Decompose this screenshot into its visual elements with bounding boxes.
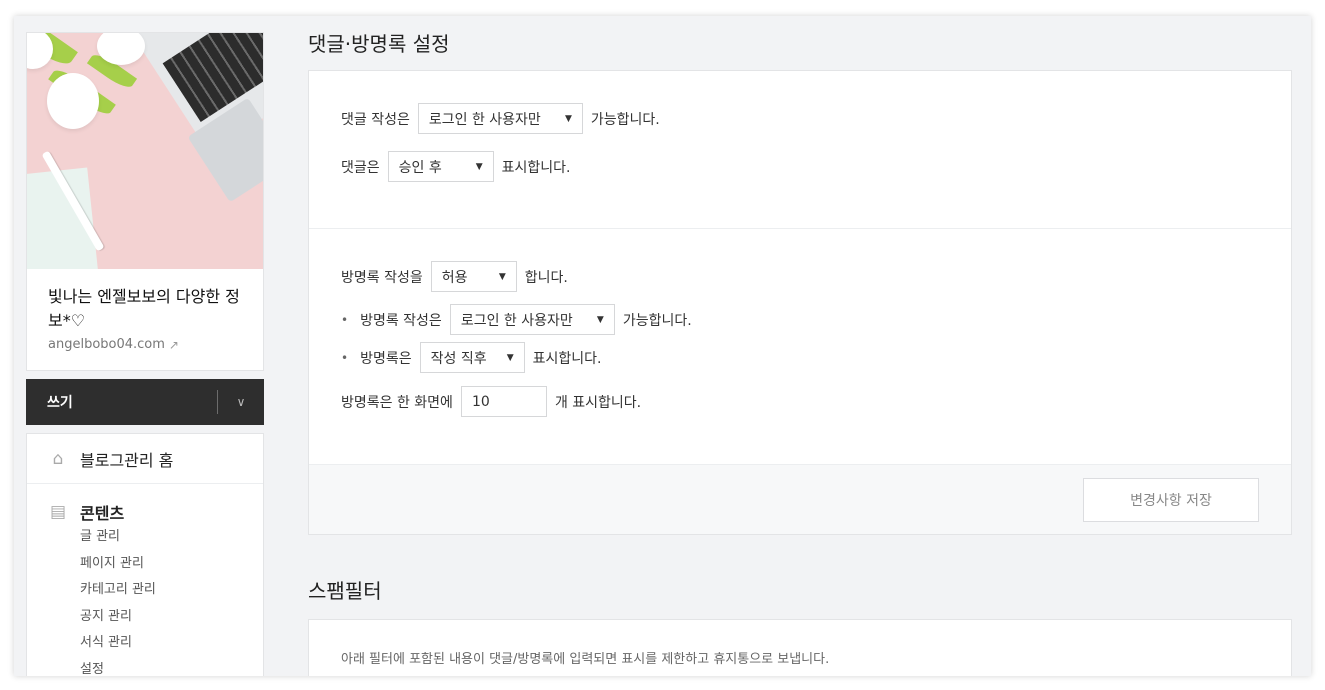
sidebar-item-templates[interactable]: 서식 관리 bbox=[80, 630, 263, 657]
blog-cover-image[interactable] bbox=[27, 33, 263, 269]
comment-write-row: 댓글 작성은 로그인 한 사용자만 ▼ 가능합니다. bbox=[341, 103, 1259, 134]
guestbook-count-row: 방명록은 한 화면에 10 개 표시합니다. bbox=[341, 386, 1259, 417]
blog-url-link[interactable]: angelbobo04.com ↗ bbox=[27, 333, 263, 370]
bullet-dot: • bbox=[341, 312, 349, 327]
guestbook-allow-select[interactable]: 허용 ▼ bbox=[430, 261, 517, 292]
guestbook-display-select-value: 작성 직후 bbox=[430, 350, 487, 367]
comment-display-row: 댓글은 승인 후 ▼ 표시합니다. bbox=[341, 151, 1259, 182]
comment-settings: 댓글 작성은 로그인 한 사용자만 ▼ 가능합니다. 댓글은 승인 후 ▼ 표시… bbox=[309, 71, 1291, 228]
comment-display-prefix: 댓글은 bbox=[341, 159, 380, 176]
guestbook-allow-prefix: 방명록 작성을 bbox=[341, 269, 423, 286]
sidebar-menu: ⌂ 블로그관리 홈 ▤ 콘텐츠 글 관리 페이지 관리 카테고리 관리 공지 관… bbox=[26, 433, 264, 676]
settings-card: 댓글 작성은 로그인 한 사용자만 ▼ 가능합니다. 댓글은 승인 후 ▼ 표시… bbox=[308, 70, 1292, 535]
guestbook-count-prefix: 방명록은 한 화면에 bbox=[341, 394, 453, 411]
app-frame: 빛나는 엔젤보보의 다양한 정보*♡ angelbobo04.com ↗ 쓰기 … bbox=[14, 16, 1311, 676]
blog-profile-card: 빛나는 엔젤보보의 다양한 정보*♡ angelbobo04.com ↗ bbox=[26, 32, 264, 371]
page-title: 댓글·방명록 설정 bbox=[308, 32, 450, 56]
comment-write-prefix: 댓글 작성은 bbox=[341, 111, 410, 128]
comment-write-select-value: 로그인 한 사용자만 bbox=[428, 111, 541, 128]
guestbook-display-suffix: 표시합니다. bbox=[532, 350, 602, 367]
sidebar-item-home[interactable]: ⌂ 블로그관리 홈 bbox=[27, 434, 263, 484]
spam-filter-description: 아래 필터에 포함된 내용이 댓글/방명록에 입력되면 표시를 제한하고 휴지통… bbox=[341, 652, 830, 667]
caret-down-icon: ▼ bbox=[564, 113, 572, 124]
guestbook-writer-suffix: 가능합니다. bbox=[622, 312, 692, 329]
guestbook-writer-row: • 방명록 작성은 로그인 한 사용자만 ▼ 가능합니다. bbox=[341, 304, 1259, 335]
guestbook-writer-select[interactable]: 로그인 한 사용자만 ▼ bbox=[449, 304, 615, 335]
write-bar: 쓰기 ∨ bbox=[26, 379, 264, 425]
guestbook-allow-suffix: 합니다. bbox=[524, 269, 568, 286]
comment-display-select[interactable]: 승인 후 ▼ bbox=[387, 151, 494, 182]
settings-footer: 변경사항 저장 bbox=[309, 464, 1291, 534]
spam-filter-card: 아래 필터에 포함된 내용이 댓글/방명록에 입력되면 표시를 제한하고 휴지통… bbox=[308, 619, 1292, 676]
guestbook-writer-select-value: 로그인 한 사용자만 bbox=[460, 312, 573, 329]
guestbook-writer-prefix: 방명록 작성은 bbox=[360, 312, 442, 329]
sidebar-submenu: 글 관리 페이지 관리 카테고리 관리 공지 관리 서식 관리 설정 bbox=[27, 524, 263, 676]
save-changes-button[interactable]: 변경사항 저장 bbox=[1083, 477, 1259, 522]
guestbook-display-row: • 방명록은 작성 직후 ▼ 표시합니다. bbox=[341, 342, 1259, 373]
sidebar-section-label: 콘텐츠 bbox=[80, 504, 125, 523]
sidebar-item-posts[interactable]: 글 관리 bbox=[80, 524, 263, 551]
sidebar: 빛나는 엔젤보보의 다양한 정보*♡ angelbobo04.com ↗ 쓰기 … bbox=[26, 32, 264, 676]
sidebar-section-contents[interactable]: ▤ 콘텐츠 bbox=[27, 484, 263, 524]
guestbook-settings: 방명록 작성을 허용 ▼ 합니다. • 방명록 작성은 로그인 한 사용자만 ▼… bbox=[309, 229, 1291, 464]
guestbook-count-suffix: 개 표시합니다. bbox=[554, 394, 642, 411]
guestbook-display-select[interactable]: 작성 직후 ▼ bbox=[419, 342, 525, 373]
blog-url-text[interactable]: angelbobo04.com bbox=[48, 337, 165, 352]
main-content: 댓글·방명록 설정 댓글 작성은 로그인 한 사용자만 ▼ 가능합니다. 댓글은… bbox=[308, 16, 1292, 676]
caret-down-icon: ▼ bbox=[596, 314, 604, 325]
bullet-dot: • bbox=[341, 350, 349, 365]
caret-down-icon: ▼ bbox=[506, 352, 514, 363]
document-icon: ▤ bbox=[49, 502, 67, 522]
sidebar-item-label: 블로그관리 홈 bbox=[80, 450, 174, 470]
guestbook-count-input[interactable]: 10 bbox=[460, 386, 547, 417]
comment-display-suffix: 표시합니다. bbox=[501, 159, 571, 176]
blog-title[interactable]: 빛나는 엔젤보보의 다양한 정보*♡ bbox=[27, 269, 263, 333]
sidebar-item-settings[interactable]: 설정 bbox=[80, 657, 263, 677]
guestbook-allow-select-value: 허용 bbox=[441, 269, 468, 286]
guestbook-display-prefix: 방명록은 bbox=[360, 350, 412, 367]
sidebar-item-notices[interactable]: 공지 관리 bbox=[80, 604, 263, 631]
chevron-down-icon[interactable]: ∨ bbox=[218, 395, 264, 409]
external-link-icon[interactable]: ↗ bbox=[169, 338, 179, 352]
comment-display-select-value: 승인 후 bbox=[398, 159, 442, 176]
guestbook-allow-row: 방명록 작성을 허용 ▼ 합니다. bbox=[341, 261, 1259, 292]
write-button[interactable]: 쓰기 bbox=[47, 392, 73, 412]
comment-write-select[interactable]: 로그인 한 사용자만 ▼ bbox=[417, 103, 583, 134]
comment-write-suffix: 가능합니다. bbox=[590, 111, 660, 128]
spam-filter-title: 스팸필터 bbox=[308, 579, 382, 603]
sidebar-item-pages[interactable]: 페이지 관리 bbox=[80, 551, 263, 578]
sidebar-item-categories[interactable]: 카테고리 관리 bbox=[80, 577, 263, 604]
caret-down-icon: ▼ bbox=[498, 271, 506, 282]
caret-down-icon: ▼ bbox=[475, 161, 483, 172]
home-icon: ⌂ bbox=[52, 448, 64, 469]
